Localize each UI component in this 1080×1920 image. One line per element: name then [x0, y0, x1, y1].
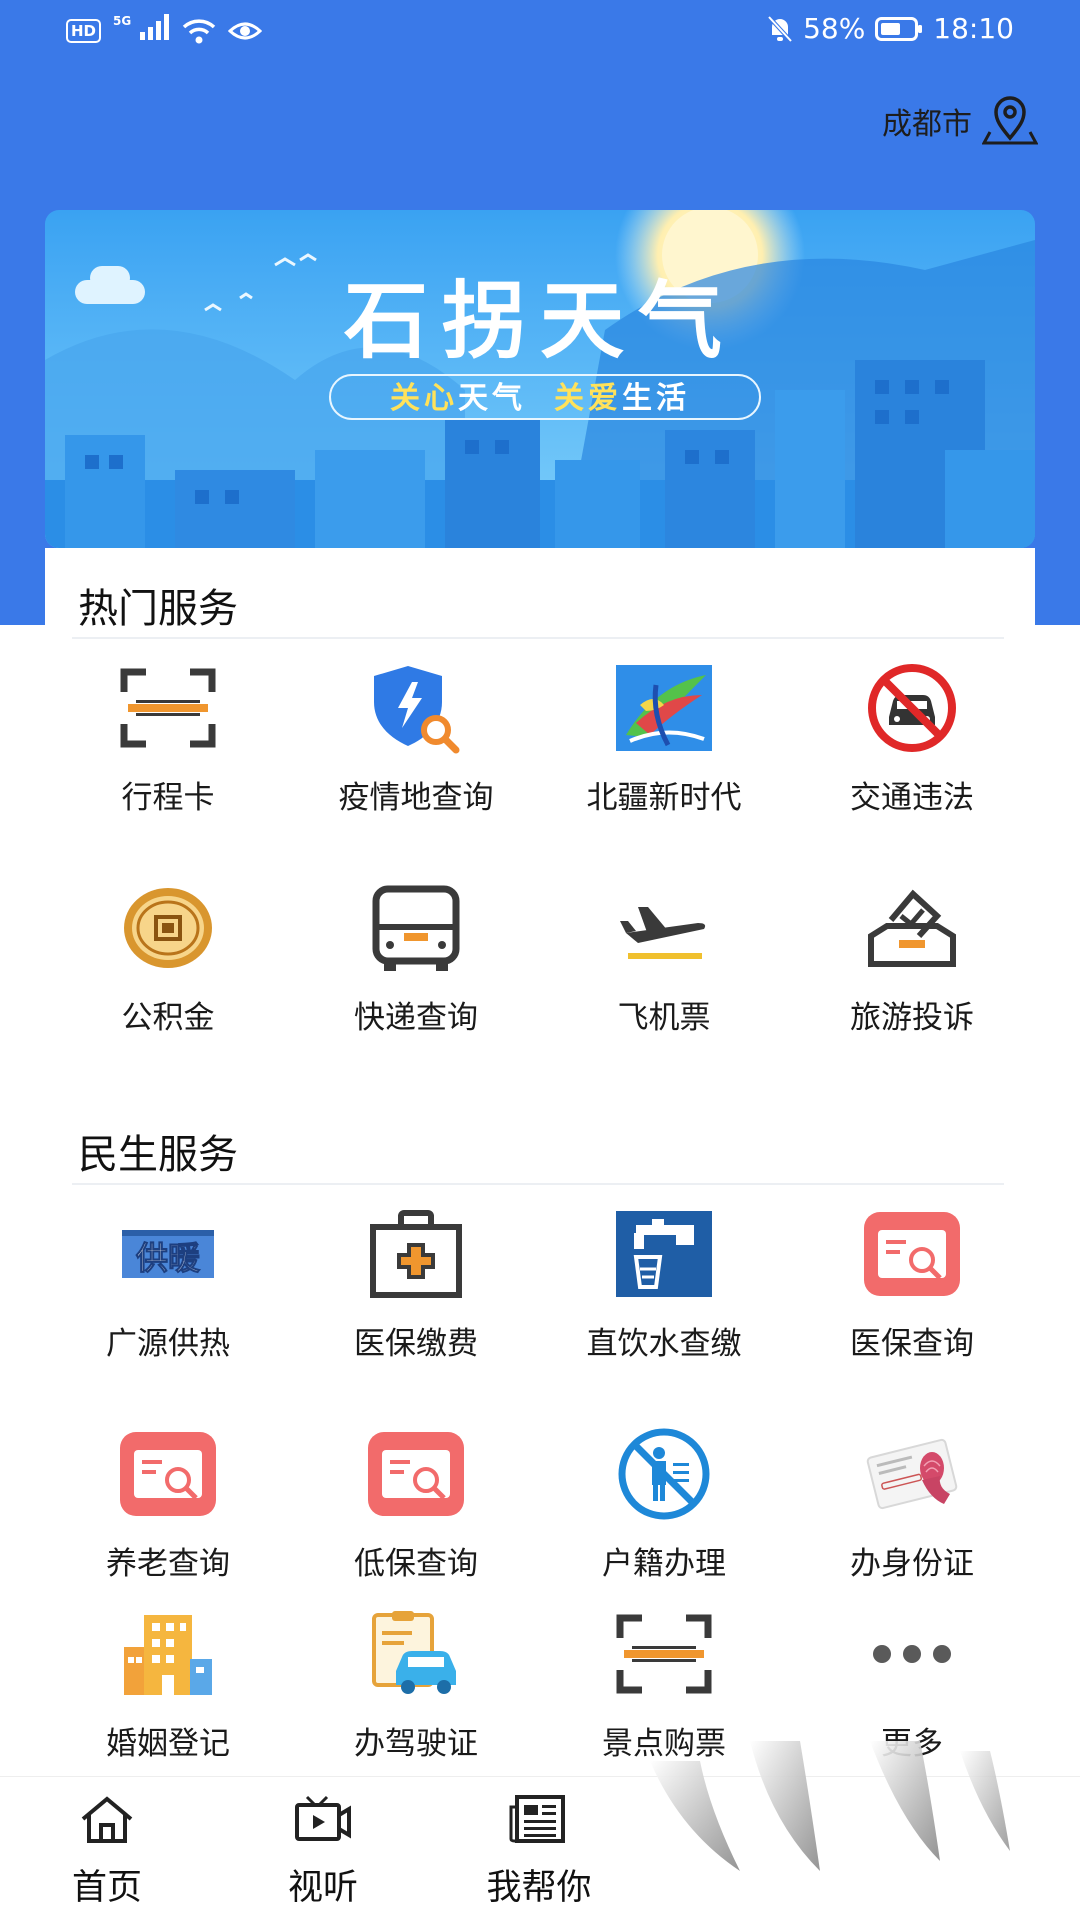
scan-icon: [614, 1604, 714, 1704]
battery-icon: [875, 16, 923, 41]
map-pin-icon: [982, 96, 1038, 145]
service-id-card[interactable]: 办身份证: [788, 1424, 1036, 1585]
weather-banner[interactable]: 石拐天气 关心天气 关爱生活: [45, 210, 1035, 548]
watermark-graphic: [650, 1741, 1010, 1871]
signal-icon: 5G: [113, 14, 170, 47]
nav-home[interactable]: 首页: [42, 1793, 172, 1910]
banner-slogan-love-b: 生活: [622, 381, 690, 416]
service-subsistence-query[interactable]: 低保查询: [292, 1424, 540, 1585]
service-provident-fund[interactable]: 公积金: [44, 878, 292, 1039]
shield-search-icon: [366, 658, 466, 758]
nav-help-you[interactable]: 我帮你: [474, 1793, 604, 1910]
service-label: 医保查询: [850, 1326, 974, 1362]
service-travel-complaint[interactable]: 旅游投诉: [788, 878, 1036, 1039]
wifi-icon: [182, 18, 216, 43]
medical-kit-icon: [366, 1204, 466, 1304]
no-person-icon: [614, 1424, 714, 1524]
service-label: 疫情地查询: [338, 780, 494, 816]
service-pension-query[interactable]: 养老查询: [44, 1424, 292, 1585]
service-label: 户籍办理: [602, 1546, 726, 1582]
service-express-query[interactable]: 快递查询: [292, 878, 540, 1039]
bottom-navigation: 首页 视听 我帮你: [0, 1741, 1080, 1920]
status-left: HD 5G: [66, 14, 263, 47]
service-label: 低保查询: [354, 1546, 478, 1582]
service-label: 办身份证: [850, 1546, 974, 1582]
service-traffic-violation[interactable]: 交通违法: [788, 658, 1036, 819]
heating-icon: 供暖: [118, 1204, 218, 1304]
buildings-icon: [118, 1604, 218, 1704]
no-car-icon: [862, 658, 962, 758]
hot-services-divider: [72, 637, 1004, 639]
home-icon: [81, 1796, 133, 1843]
card-search-icon: [366, 1424, 466, 1524]
service-label: 旅游投诉: [850, 1000, 974, 1036]
service-heating[interactable]: 供暖 广源供热: [44, 1204, 292, 1365]
livelihood-services-title: 民生服务: [78, 1132, 238, 1178]
nav-label: 首页: [71, 1868, 142, 1908]
hd-badge: HD: [66, 18, 102, 43]
banner-title: 石拐天气: [344, 272, 736, 370]
service-driving-license[interactable]: 办驾驶证: [292, 1604, 540, 1765]
card-search-icon: [118, 1424, 218, 1524]
service-household-registration[interactable]: 户籍办理: [540, 1424, 788, 1585]
service-label: 医保缴费: [354, 1326, 478, 1362]
service-beijiang[interactable]: 北疆新时代: [540, 658, 788, 819]
location-selector[interactable]: 成都市: [882, 96, 1038, 146]
beijiang-logo-icon: [614, 658, 714, 758]
status-bar: HD 5G 58% 18:10: [0, 0, 1080, 60]
service-label: 直饮水查缴: [586, 1326, 742, 1362]
nav-label: 视听: [287, 1868, 358, 1908]
hot-services-title: 热门服务: [78, 586, 238, 632]
service-label: 广源供热: [106, 1326, 230, 1362]
scan-icon: [118, 658, 218, 758]
mute-bell-icon: [767, 15, 793, 42]
service-medical-payment[interactable]: 医保缴费: [292, 1204, 540, 1365]
battery-percent: 58%: [803, 12, 866, 45]
ballot-box-icon: [862, 878, 962, 978]
car-document-icon: [366, 1604, 466, 1704]
service-air-ticket[interactable]: 飞机票: [540, 878, 788, 1039]
video-icon: [295, 1795, 351, 1841]
service-label: 公积金: [121, 1000, 215, 1036]
service-label: 养老查询: [106, 1546, 230, 1582]
service-label: 交通违法: [850, 780, 974, 816]
water-tap-icon: [614, 1204, 714, 1304]
nav-audio-video[interactable]: 视听: [258, 1793, 388, 1910]
service-drinking-water[interactable]: 直饮水查缴: [540, 1204, 788, 1365]
city-label: 成都市: [882, 107, 972, 142]
truck-icon: [366, 878, 466, 978]
eye-icon: [228, 22, 263, 39]
banner-slogan-love-a: 关爱: [554, 381, 622, 416]
id-card-icon: [862, 1424, 962, 1524]
service-label: 北疆新时代: [586, 780, 742, 816]
service-label: 行程卡: [121, 780, 215, 816]
service-medical-query[interactable]: 医保查询: [788, 1204, 1036, 1365]
service-label: 快递查询: [354, 1000, 478, 1036]
network-label: 5G: [113, 14, 132, 28]
banner-slogan-care-b: 天气: [458, 381, 526, 416]
service-label: 办驾驶证: [354, 1726, 478, 1762]
coin-icon: [118, 878, 218, 978]
service-marriage-registration[interactable]: 婚姻登记: [44, 1604, 292, 1765]
banner-slogan-care-a: 关心: [390, 381, 458, 416]
service-label: 飞机票: [617, 1000, 711, 1036]
service-itinerary-card[interactable]: 行程卡: [44, 658, 292, 819]
airplane-icon: [614, 878, 714, 978]
status-right: 58% 18:10: [767, 12, 1014, 45]
nav-label: 我帮你: [486, 1868, 592, 1908]
service-label: 婚姻登记: [106, 1726, 230, 1762]
card-search-icon: [862, 1204, 962, 1304]
news-icon: [509, 1795, 565, 1843]
service-epidemic-query[interactable]: 疫情地查询: [292, 658, 540, 819]
heating-badge-text: 供暖: [136, 1239, 201, 1277]
more-dots-icon: [862, 1604, 962, 1704]
livelihood-services-divider: [72, 1183, 1004, 1185]
clock: 18:10: [933, 12, 1014, 45]
